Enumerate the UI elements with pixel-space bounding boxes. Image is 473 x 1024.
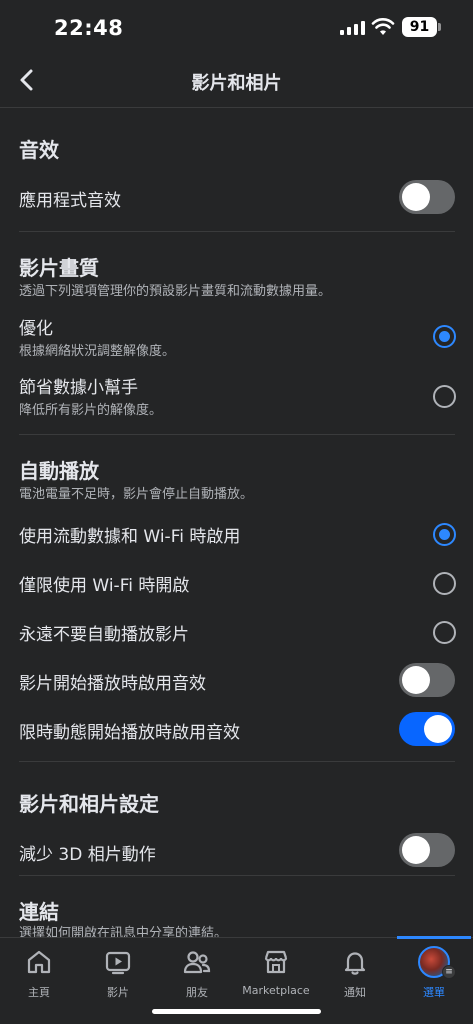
- toggle-knob: [424, 715, 452, 743]
- tab-label: 影片: [107, 986, 129, 999]
- marketplace-icon: [264, 950, 288, 974]
- status-bar: 22:48 91: [0, 0, 473, 56]
- option-data-saver-sub: 降低所有影片的解像度。: [19, 403, 163, 418]
- page-title: 影片和相片: [191, 73, 282, 94]
- option-optimized-label: 優化: [19, 319, 53, 339]
- video-sound-toggle[interactable]: [399, 663, 455, 697]
- section-subtitle-video-quality: 透過下列選項管理你的預設影片畫質和流動數據用量。: [19, 284, 332, 299]
- reduce-3d-toggle[interactable]: [399, 833, 455, 867]
- home-icon: [27, 950, 51, 974]
- radio-optimized[interactable]: [433, 325, 456, 348]
- tab-label: 選單: [423, 986, 445, 999]
- option-optimized-sub: 根據網絡狀況調整解像度。: [19, 344, 176, 359]
- wifi-icon: [371, 18, 395, 35]
- tab-notifications[interactable]: 通知: [316, 938, 394, 999]
- option-data-saver-label: 節省數據小幫手: [19, 378, 138, 398]
- tab-home[interactable]: 主頁: [0, 938, 78, 999]
- tab-video[interactable]: 影片: [79, 938, 157, 999]
- divider: [19, 231, 455, 232]
- tab-marketplace[interactable]: Marketplace: [237, 938, 315, 998]
- divider: [19, 875, 455, 876]
- toggle-knob: [402, 666, 430, 694]
- option-never-autoplay-label: 永遠不要自動播放影片: [19, 625, 189, 645]
- menu-icon: ≡: [442, 965, 456, 979]
- section-title-autoplay: 自動播放: [19, 459, 99, 483]
- radio-wifi-only[interactable]: [433, 572, 456, 595]
- radio-never-autoplay[interactable]: [433, 621, 456, 644]
- section-title-media-settings: 影片和相片設定: [19, 792, 159, 816]
- home-indicator: [152, 1009, 321, 1014]
- battery-tip: [438, 23, 441, 31]
- settings-content[interactable]: 音效 應用程式音效 影片畫質 透過下列選項管理你的預設影片畫質和流動數據用量。 …: [0, 109, 473, 937]
- tab-label: Marketplace: [242, 984, 310, 997]
- video-sound-label: 影片開始播放時啟用音效: [19, 674, 206, 694]
- section-subtitle-links: 選擇如何開啟在訊息中分享的連結。: [19, 926, 228, 937]
- cellular-signal-icon: [340, 21, 365, 35]
- video-icon: [105, 951, 131, 975]
- option-wifi-and-data-label: 使用流動數據和 Wi-Fi 時啟用: [19, 527, 241, 547]
- page-header: 影片和相片: [0, 56, 473, 108]
- radio-data-saver[interactable]: [433, 385, 456, 408]
- radio-wifi-and-data[interactable]: [433, 523, 456, 546]
- toggle-knob: [402, 183, 430, 211]
- tab-label: 通知: [344, 986, 366, 999]
- option-wifi-only-label: 僅限使用 Wi-Fi 時開啟: [19, 576, 190, 596]
- bell-icon: [344, 952, 366, 975]
- section-subtitle-autoplay: 電池電量不足時，影片會停止自動播放。: [19, 487, 254, 502]
- section-title-links: 連結: [19, 900, 59, 924]
- reduce-3d-label: 減少 3D 相片動作: [19, 845, 156, 865]
- tab-label: 主頁: [28, 986, 50, 999]
- divider: [19, 761, 455, 762]
- app-sound-toggle[interactable]: [399, 180, 455, 214]
- stories-sound-label: 限時動態開始播放時啟用音效: [19, 723, 240, 743]
- friends-icon: [183, 951, 211, 974]
- tab-friends[interactable]: 朋友: [158, 938, 236, 999]
- tab-menu[interactable]: 選單: [395, 938, 473, 999]
- toggle-knob: [402, 836, 430, 864]
- status-time: 22:48: [54, 16, 124, 40]
- divider: [19, 434, 455, 435]
- section-title-video-quality: 影片畫質: [19, 256, 99, 280]
- stories-sound-toggle[interactable]: [399, 712, 455, 746]
- battery-indicator: 91: [402, 17, 437, 37]
- app-sound-label: 應用程式音效: [19, 191, 121, 211]
- tab-label: 朋友: [186, 986, 208, 999]
- section-title-sound: 音效: [19, 138, 59, 162]
